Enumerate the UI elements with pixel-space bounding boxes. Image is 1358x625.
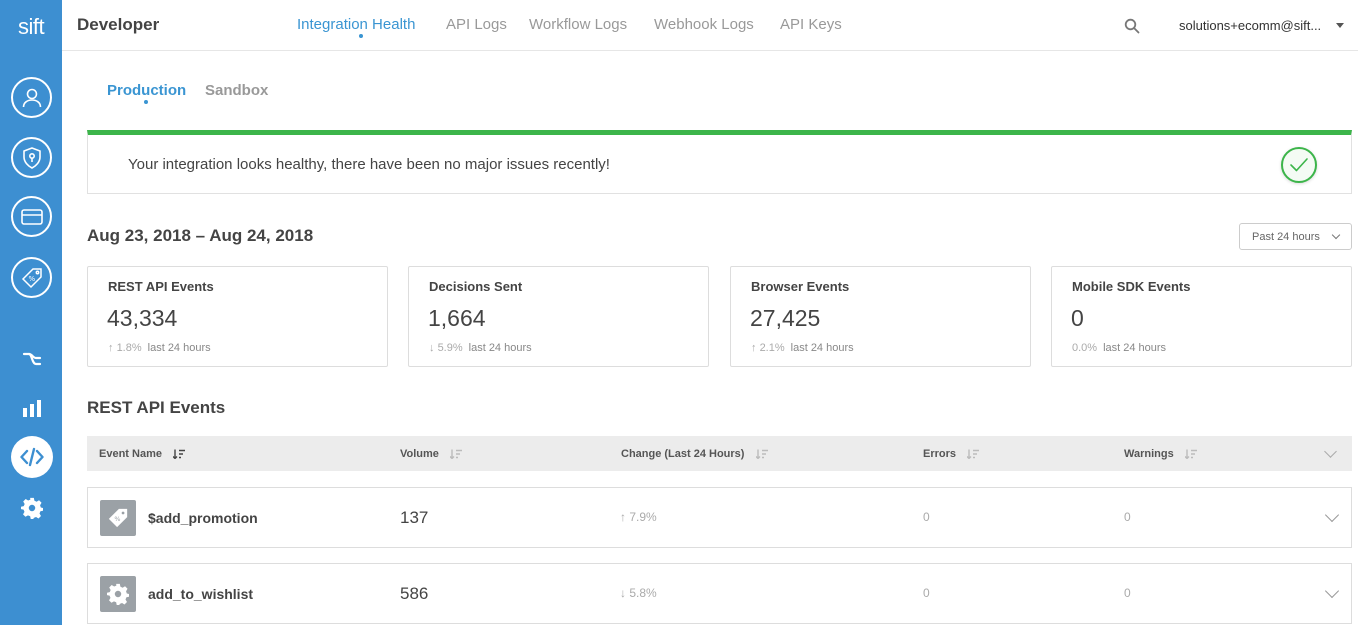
expand-all-chevron-icon[interactable] [1324,445,1337,458]
event-volume: 586 [400,584,429,603]
event-errors: 0 [923,586,930,600]
event-change: ↓ 5.8% [620,586,657,600]
stat-title: Mobile SDK Events [1072,279,1191,294]
sort-icon[interactable] [1184,449,1198,460]
sort-active-icon[interactable] [173,449,186,460]
chevron-down-icon[interactable] [1324,507,1340,523]
stat-change: 0.0% last 24 hours [1072,342,1167,354]
page-title: Developer [77,15,160,34]
user-account-menu[interactable]: solutions+ecomm@sift... [1179,18,1321,33]
stat-title: REST API Events [108,279,214,294]
chevron-down-icon[interactable] [1324,583,1340,599]
sidebar-item-developer[interactable] [11,436,53,478]
gear-icon [100,576,136,612]
event-name: add_to_wishlist [148,586,254,602]
chevron-down-icon [1331,230,1341,240]
top-bar: Developer Integration Health API Logs Wo… [62,0,1358,51]
section-title: REST API Events [87,398,226,417]
promotion-tag-icon: % [21,267,42,288]
sidebar-item-analytics[interactable] [19,395,45,421]
chevron-down-icon[interactable] [1336,23,1344,28]
sidebar: sift % [0,0,62,625]
period-select[interactable]: Past 24 hours [1239,223,1352,250]
stat-card-browser: Browser Events 27,425 ↑ 2.1% last 24 hour… [730,266,1031,367]
event-warnings: 0 [1124,510,1131,524]
sort-icon[interactable] [967,449,980,460]
stat-card-mobile-sdk: Mobile SDK Events 0 0.0% last 24 hours [1051,266,1352,367]
sidebar-item-users[interactable] [11,77,52,118]
promotion-tag-icon: % [100,500,136,536]
sidebar-item-settings[interactable] [19,495,45,521]
table-header: Event Name Volume Change (Last 24 Hours)… [87,436,1352,471]
table-row[interactable]: add_to_wishlist 586 ↓ 5.8% 0 0 [87,563,1352,624]
date-range: Aug 23, 2018 – Aug 24, 2018 [87,226,314,245]
column-errors[interactable]: Errors [923,448,980,460]
tab-integration-health[interactable]: Integration Health [297,16,415,33]
sidebar-item-promotions[interactable]: % [11,257,52,298]
sidebar-item-payments[interactable] [11,196,52,237]
event-warnings: 0 [1124,586,1131,600]
stat-change: ↑ 1.8% last 24 hours [108,342,211,354]
stat-card-decisions: Decisions Sent 1,664 ↓ 5.9% last 24 hours [408,266,709,367]
stat-change: ↑ 2.1% last 24 hours [751,342,854,354]
stat-value: 27,425 [750,305,821,331]
health-message: Your integration looks healthy, there ha… [128,156,610,173]
tab-workflow-logs[interactable]: Workflow Logs [529,16,627,33]
event-change: ↑ 7.9% [620,510,657,524]
user-icon [22,88,41,107]
table-row[interactable]: % $add_promotion 137 ↑ 7.9% 0 0 [87,487,1352,548]
sidebar-item-security[interactable] [11,137,52,178]
gear-icon [21,497,43,519]
stat-title: Decisions Sent [429,279,523,294]
svg-text:%: % [114,515,120,523]
tab-production[interactable]: Production [107,82,186,99]
stat-card-rest-api: REST API Events 43,334 ↑ 1.8% last 24 hou… [87,266,388,367]
tab-api-logs[interactable]: API Logs [446,16,507,33]
code-icon [20,447,44,467]
stat-value: 0 [1071,305,1084,331]
active-tab-indicator [359,34,363,38]
stat-title: Browser Events [751,279,850,294]
stat-value: 43,334 [107,305,178,331]
event-name: $add_promotion [148,510,258,526]
event-volume: 137 [400,508,429,527]
bar-chart-icon [23,400,41,417]
tab-webhook-logs[interactable]: Webhook Logs [654,16,754,33]
sidebar-item-workflows[interactable] [19,346,45,372]
stat-change: ↓ 5.9% last 24 hours [429,342,532,354]
credit-card-icon [20,208,43,225]
search-icon[interactable] [1124,18,1140,34]
sort-icon[interactable] [755,449,769,460]
svg-text:%: % [28,275,35,283]
column-volume[interactable]: Volume [400,448,463,460]
column-warnings[interactable]: Warnings [1124,448,1198,460]
sift-logo[interactable]: sift [0,14,62,40]
workflow-icon [22,352,42,366]
event-errors: 0 [923,510,930,524]
check-icon [1281,147,1317,183]
arrow-up-icon: ↑ [108,342,114,354]
arrow-down-icon: ↓ [429,342,435,354]
tab-sandbox[interactable]: Sandbox [205,82,268,99]
period-select-value: Past 24 hours [1252,231,1320,243]
column-change[interactable]: Change (Last 24 Hours) [621,448,769,460]
shield-icon [22,146,41,169]
arrow-up-icon: ↑ [751,342,757,354]
tab-api-keys[interactable]: API Keys [780,16,842,33]
active-env-indicator [144,100,148,104]
health-banner: Your integration looks healthy, there ha… [87,130,1352,194]
column-event-name[interactable]: Event Name [99,448,186,460]
sort-icon[interactable] [449,449,463,460]
stat-value: 1,664 [428,305,486,331]
